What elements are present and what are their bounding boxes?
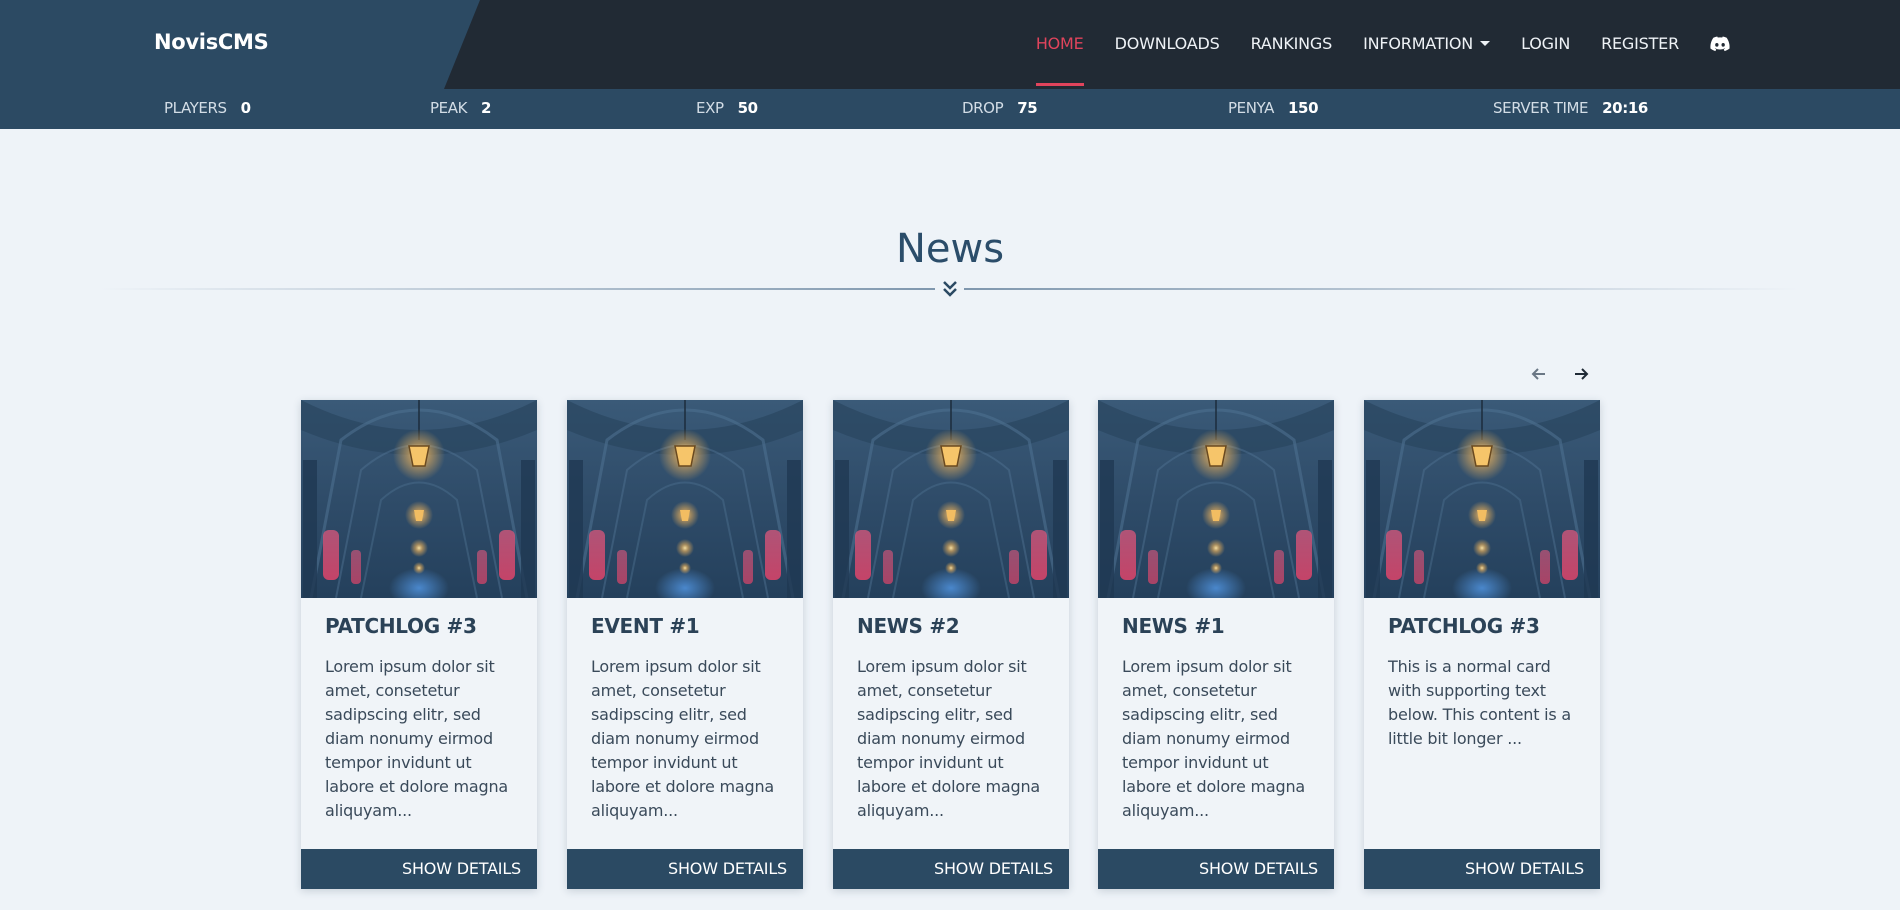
news-card: PATCHLOG #3 This is a normal card with s… [1364,400,1600,889]
main-nav: HOME DOWNLOADS RANKINGS INFORMATION LOGI… [1005,34,1730,86]
stat-penya: PENYA 150 [1228,99,1319,117]
card-image [1364,400,1600,598]
nav-register[interactable]: REGISTER [1601,34,1679,53]
nav-rankings[interactable]: RANKINGS [1251,34,1333,53]
card-text: Lorem ipsum dolor sit amet, consetetur s… [591,657,774,820]
card-text: This is a normal card with supporting te… [1388,657,1572,748]
card-title: PATCHLOG #3 [1388,614,1540,638]
card-title: EVENT #1 [591,614,700,638]
news-card: PATCHLOG #3 Lorem ipsum dolor sit amet, … [301,400,537,889]
dropdown-caret-icon [1480,41,1491,46]
double-chevron-down-icon [943,281,957,297]
card-text: Lorem ipsum dolor sit amet, consetetur s… [857,657,1040,820]
news-card: EVENT #1 Lorem ipsum dolor sit amet, con… [567,400,803,889]
stat-peak: PEAK 2 [430,99,492,117]
card-title: NEWS #2 [857,614,960,638]
show-details-button[interactable]: SHOW DETAILS [833,849,1069,889]
card-title: NEWS #1 [1122,614,1225,638]
carousel-next-arrow-icon[interactable] [1570,364,1592,384]
discord-icon[interactable] [1710,36,1730,52]
card-image [1098,400,1334,598]
nav-home[interactable]: HOME [1035,34,1084,86]
stat-drop: DROP 75 [962,99,1038,117]
card-image [833,400,1069,598]
nav-information-label: INFORMATION [1363,34,1474,53]
card-image [567,400,803,598]
server-stats-bar: PLAYERS 0 PEAK 2 EXP 50 DROP 75 PENYA 150 SER… [0,89,1900,129]
heading-divider-left [100,288,935,290]
show-details-button[interactable]: SHOW DETAILS [1364,849,1600,889]
news-heading: News [895,226,1005,272]
card-text: Lorem ipsum dolor sit amet, consetetur s… [325,657,508,820]
card-title: PATCHLOG #3 [325,614,477,638]
top-navbar: NovisCMS HOME DOWNLOADS RANKINGS INFORMA… [0,0,1900,89]
carousel-prev-arrow-icon[interactable] [1528,364,1550,384]
card-text: Lorem ipsum dolor sit amet, consetetur s… [1122,657,1305,820]
news-card: NEWS #2 Lorem ipsum dolor sit amet, cons… [833,400,1069,889]
show-details-button[interactable]: SHOW DETAILS [567,849,803,889]
show-details-button[interactable]: SHOW DETAILS [301,849,537,889]
show-details-button[interactable]: SHOW DETAILS [1098,849,1334,889]
stat-server-time: SERVER TIME 20:16 [1493,99,1648,117]
nav-downloads[interactable]: DOWNLOADS [1115,34,1220,53]
card-image [301,400,537,598]
nav-login[interactable]: LOGIN [1521,34,1570,53]
stat-players: PLAYERS 0 [164,99,251,117]
news-card: NEWS #1 Lorem ipsum dolor sit amet, cons… [1098,400,1334,889]
brand-logo[interactable]: NovisCMS [154,30,269,54]
heading-divider-right [964,288,1799,290]
stat-exp: EXP 50 [696,99,758,117]
nav-information[interactable]: INFORMATION [1363,34,1491,53]
